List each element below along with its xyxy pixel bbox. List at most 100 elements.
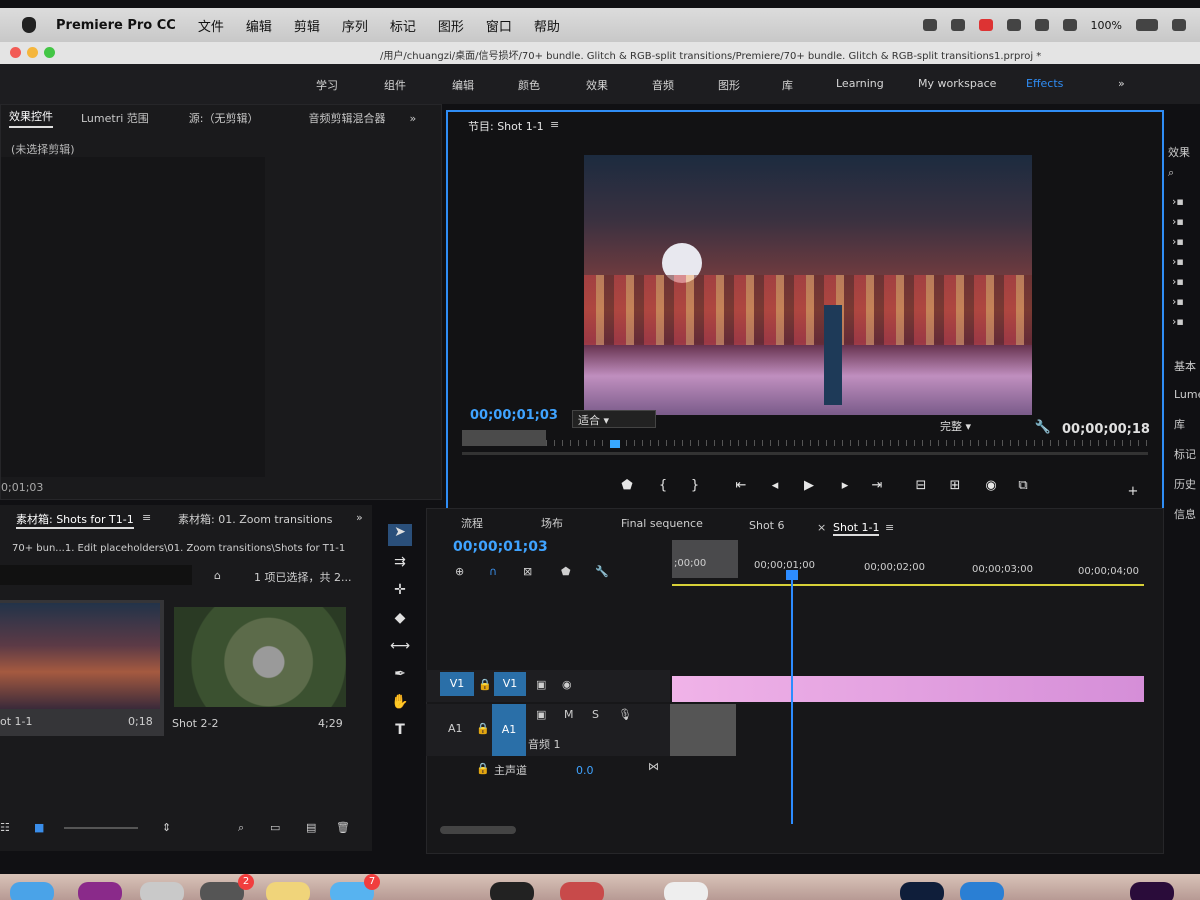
find-icon[interactable]: ⌕: [238, 821, 244, 835]
bin-item-1-name[interactable]: ot 1-1: [0, 715, 33, 728]
program-current-timecode[interactable]: 00;00;01;03: [470, 408, 558, 423]
timeline-playhead[interactable]: [791, 574, 793, 824]
app-status-icon[interactable]: [950, 19, 965, 31]
dock-app-icon-2[interactable]: [140, 882, 184, 900]
bin-item-2-name[interactable]: Shot 2-2: [172, 717, 218, 730]
step-forward-icon[interactable]: ▸: [836, 478, 854, 493]
panel-lumetri[interactable]: Lume: [1174, 388, 1200, 401]
close-tab-icon[interactable]: ×: [817, 521, 826, 534]
dock-app-icon-3[interactable]: [200, 882, 244, 900]
menu-graphics[interactable]: 图形: [438, 16, 464, 35]
program-menu-icon[interactable]: ≡: [550, 118, 559, 131]
tab-shot-6[interactable]: Shot 6: [749, 519, 785, 532]
zoom-fit-dropdown[interactable]: 适合 ▾: [572, 410, 656, 428]
timeline-menu-icon[interactable]: ≡: [885, 521, 894, 534]
menu-clip[interactable]: 剪辑: [294, 16, 320, 35]
v1-track-target[interactable]: V1: [494, 672, 526, 696]
menu-file[interactable]: 文件: [198, 16, 224, 35]
workspace-editing[interactable]: 编辑: [452, 77, 474, 93]
workspace-libraries[interactable]: 库: [782, 77, 793, 93]
export-frame-camera-icon[interactable]: ◉: [982, 478, 1000, 493]
menu-edit[interactable]: 编辑: [246, 16, 272, 35]
bin-search-input[interactable]: [0, 565, 192, 585]
pen-tool-icon[interactable]: ✒: [388, 666, 412, 688]
program-scrubber[interactable]: [462, 430, 1148, 456]
extract-icon[interactable]: ⊞: [946, 478, 964, 493]
v1-eye-icon[interactable]: ◉: [562, 678, 572, 691]
panel-libraries[interactable]: 库: [1174, 416, 1185, 432]
workspace-color[interactable]: 颜色: [518, 77, 540, 93]
zoom-scrollbar[interactable]: [462, 452, 1148, 455]
go-to-out-icon[interactable]: ⇥: [868, 478, 886, 493]
sort-icon[interactable]: ⇕: [162, 821, 171, 834]
snap-icon[interactable]: ∩: [489, 565, 497, 578]
dock-app-icon-6[interactable]: [560, 882, 604, 900]
voiceover-mic-icon[interactable]: 🎙: [618, 708, 632, 721]
hand-tool-icon[interactable]: ✋: [388, 694, 412, 716]
zoom-window-button[interactable]: [44, 47, 55, 58]
mute-button[interactable]: M: [564, 708, 574, 721]
add-marker-icon[interactable]: ⬟: [618, 478, 636, 493]
tab-bin-zoom[interactable]: 素材箱: 01. Zoom transitions: [178, 511, 333, 527]
icon-view-icon[interactable]: ■: [34, 821, 44, 834]
bluetooth-icon[interactable]: [1034, 19, 1049, 31]
comparison-view-icon[interactable]: ⧉: [1014, 478, 1032, 493]
panel-overflow-icon[interactable]: »: [410, 112, 417, 125]
tab-source[interactable]: 源:（无剪辑）: [189, 110, 259, 126]
tab-flow[interactable]: 流程: [461, 515, 483, 531]
solo-button[interactable]: S: [592, 708, 599, 721]
step-back-icon[interactable]: ◂: [766, 478, 784, 493]
play-icon[interactable]: ▶: [800, 478, 818, 493]
panel-info[interactable]: 信息: [1174, 506, 1196, 522]
mark-in-icon[interactable]: {: [654, 478, 672, 493]
workspace-graphics[interactable]: 图形: [718, 77, 740, 93]
v1-lock-icon[interactable]: 🔒: [478, 678, 492, 691]
panel-essential[interactable]: 基本: [1174, 358, 1196, 374]
go-to-in-icon[interactable]: ⇤: [732, 478, 750, 493]
bin-menu-icon[interactable]: ≡: [142, 511, 151, 524]
bin-new-search-icon[interactable]: ⌂: [214, 569, 221, 582]
tab-shot-1-1[interactable]: Shot 1-1: [833, 521, 880, 536]
close-window-button[interactable]: [10, 47, 21, 58]
menu-marker[interactable]: 标记: [390, 16, 416, 35]
effects-folders[interactable]: ›▪ ›▪ ›▪ ›▪ ›▪ ›▪ ›▪: [1172, 192, 1184, 332]
minimize-window-button[interactable]: [27, 47, 38, 58]
tab-final-sequence[interactable]: Final sequence: [621, 517, 703, 530]
add-button-icon[interactable]: +: [1124, 484, 1142, 499]
apple-icon[interactable]: [22, 17, 36, 33]
workspace-learning[interactable]: Learning: [836, 77, 884, 90]
type-tool-icon[interactable]: T: [388, 722, 412, 744]
dock-qq-icon[interactable]: [490, 882, 534, 900]
input-source-icon[interactable]: [1172, 19, 1186, 31]
nest-icon[interactable]: ⊕: [455, 565, 464, 578]
dock-app-icon-1[interactable]: [78, 882, 122, 900]
tab-bin-shots[interactable]: 素材箱: Shots for T1-1: [16, 511, 134, 529]
timeline-timecode[interactable]: 00;00;01;03: [453, 539, 548, 555]
lift-icon[interactable]: ⊟: [912, 478, 930, 493]
effects-search-icon[interactable]: ⌕: [1168, 166, 1174, 180]
workspace-overflow-icon[interactable]: »: [1118, 77, 1125, 90]
menu-window[interactable]: 窗口: [486, 16, 512, 35]
master-lock-icon[interactable]: 🔒: [476, 762, 490, 775]
recording-icon[interactable]: [978, 19, 993, 31]
selection-tool-icon[interactable]: ➤: [388, 524, 412, 546]
dock-premiere-icon[interactable]: [1130, 882, 1174, 900]
workspace-audio[interactable]: 音频: [652, 77, 674, 93]
list-view-icon[interactable]: ☷: [0, 821, 10, 834]
panel-markers[interactable]: 标记: [1174, 446, 1196, 462]
menu-help[interactable]: 帮助: [534, 16, 560, 35]
new-bin-icon[interactable]: ▭: [270, 821, 280, 834]
tab-audio-clip-mixer[interactable]: 音频剪辑混合器: [309, 110, 386, 126]
workspace-effects[interactable]: 效果: [586, 77, 608, 93]
workspace-my[interactable]: My workspace: [918, 77, 996, 90]
bin-thumbnail-shot-1-1[interactable]: [0, 603, 160, 709]
wifi-icon[interactable]: [1062, 19, 1077, 31]
a1-lock-icon[interactable]: 🔒: [476, 722, 490, 735]
program-title[interactable]: 节目: Shot 1-1: [468, 118, 544, 134]
workspace-effects-custom[interactable]: Effects: [1026, 77, 1063, 90]
timeline-settings-icon[interactable]: 🔧: [595, 565, 609, 578]
playhead-handle[interactable]: [786, 570, 798, 580]
app-name[interactable]: Premiere Pro CC: [56, 18, 176, 33]
dock-app-icon-7[interactable]: [664, 882, 708, 900]
ripple-edit-tool-icon[interactable]: ✛: [388, 582, 412, 604]
